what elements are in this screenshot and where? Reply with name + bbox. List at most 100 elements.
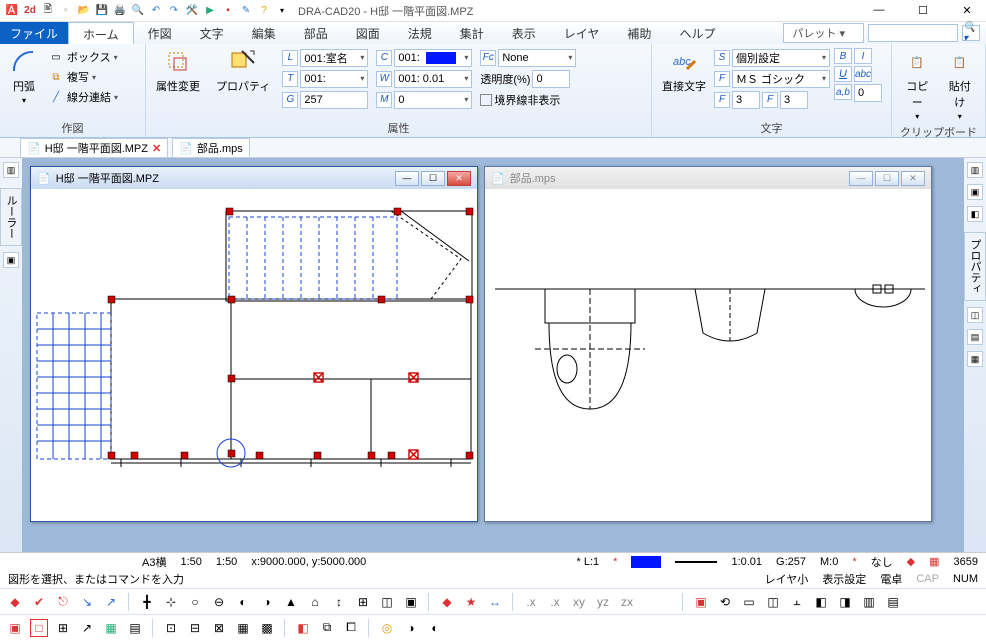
tab-edit[interactable]: 編集 — [238, 22, 290, 44]
tool-icon[interactable]: ▭ — [740, 593, 758, 611]
prop-W-field[interactable]: 001: 0.01▾ — [394, 70, 472, 88]
tab-law[interactable]: 法規 — [394, 22, 446, 44]
strip-icon[interactable]: ▤ — [967, 329, 983, 345]
qat-new-icon[interactable]: ▫️ — [58, 3, 74, 19]
qat-redo-icon[interactable]: ↷ — [166, 3, 182, 19]
strike-button[interactable]: abc — [854, 66, 872, 82]
clip-copy-button[interactable]: 📋 コピー▾ — [898, 46, 937, 123]
qat-preview-icon[interactable]: 🔍 — [130, 3, 146, 19]
scale-2[interactable]: 1:50 — [216, 556, 237, 568]
tool-icon[interactable]: ⟲ — [716, 593, 734, 611]
tool-icon[interactable]: ◧ — [294, 619, 312, 637]
maximize-button[interactable]: ☐ — [908, 4, 938, 17]
prop-G[interactable]: G — [282, 92, 298, 108]
tool-icon[interactable]: ⊞ — [354, 593, 372, 611]
tool-icon[interactable]: ⊞ — [54, 619, 72, 637]
tab-layer[interactable]: レイヤ — [550, 22, 614, 44]
tool-icon[interactable]: ↗ — [102, 593, 120, 611]
tool-icon[interactable]: ◑ — [402, 619, 420, 637]
tool-icon[interactable]: ▣ — [6, 619, 24, 637]
tool-icon[interactable]: ▩ — [258, 619, 276, 637]
direct-text-button[interactable]: abc 直接文字 — [658, 46, 710, 96]
status-ratio[interactable]: 1:0.01 — [731, 556, 762, 568]
tab-help[interactable]: ヘルプ — [665, 22, 729, 44]
tool-icon[interactable]: ↘ — [78, 593, 96, 611]
status-m[interactable]: M:0 — [820, 556, 838, 568]
tab-draw[interactable]: 作図 — [134, 22, 186, 44]
tool-icon[interactable]: ⫠ — [788, 593, 806, 611]
max-icon[interactable]: ☐ — [875, 171, 899, 186]
command-prompt[interactable]: 図形を選択、またはコマンドを入力 — [8, 571, 751, 587]
tool-icon[interactable]: ○ — [186, 593, 204, 611]
tool-icon[interactable]: ⧠ — [342, 619, 360, 637]
tool-icon[interactable]: ⊹ — [162, 593, 180, 611]
tool-icon[interactable]: ⊡ — [162, 619, 180, 637]
tool-icon[interactable]: ◐ — [234, 593, 252, 611]
tool-icon[interactable]: ▣ — [692, 593, 710, 611]
qat-dropdown-icon[interactable]: ▾ — [274, 3, 290, 19]
close-icon[interactable]: ✕ — [901, 171, 925, 186]
drawing-canvas-2[interactable] — [485, 189, 931, 521]
prop-C[interactable]: C — [376, 50, 392, 66]
prop-F3[interactable]: F — [762, 92, 778, 108]
italic-button[interactable]: I — [854, 48, 872, 64]
eraser-icon[interactable]: ◆ — [907, 555, 915, 568]
tool-icon[interactable]: ⊟ — [186, 619, 204, 637]
search-button[interactable]: 🔍▾ — [962, 25, 980, 41]
close-icon[interactable]: ✕ — [447, 171, 471, 186]
bold-button[interactable]: B — [834, 48, 852, 64]
tool-icon[interactable]: ⊠ — [210, 619, 228, 637]
tool-icon[interactable]: ▣ — [402, 593, 420, 611]
ruler-tab[interactable]: ルーラー — [0, 188, 22, 246]
tool-icon[interactable]: ↕ — [330, 593, 348, 611]
qat-undo-icon[interactable]: ↶ — [148, 3, 164, 19]
color-swatch[interactable] — [631, 556, 661, 568]
tool-icon[interactable]: ◨ — [836, 593, 854, 611]
doc-tab[interactable]: 📄H邸 一階平面図.MPZ✕ — [20, 138, 168, 157]
prop-T-field[interactable]: 001:▾ — [300, 70, 368, 88]
strip-icon[interactable]: ▣ — [967, 184, 983, 200]
prop-F2[interactable]: F — [714, 92, 730, 108]
tool-icon[interactable]: ╋ — [138, 593, 156, 611]
prop-W[interactable]: W — [376, 71, 392, 87]
close-icon[interactable]: ✕ — [152, 142, 161, 155]
tab-text[interactable]: 文字 — [186, 22, 238, 44]
tool-icon[interactable]: ⊖ — [210, 593, 228, 611]
transparency-field[interactable]: 0 — [532, 70, 570, 88]
tool-icon[interactable]: ⧉ — [318, 619, 336, 637]
qat-icon[interactable]: 🖹 — [40, 3, 56, 19]
tool-icon[interactable]: ⎋ — [54, 593, 72, 611]
qat-print-icon[interactable]: 🖨️ — [112, 3, 128, 19]
strip-icon[interactable]: ◧ — [967, 206, 983, 222]
paper-size[interactable]: A3横 — [142, 554, 166, 570]
display-settings[interactable]: 表示設定 — [822, 571, 866, 587]
tool-icon[interactable]: ◆ — [6, 593, 24, 611]
qat-save-icon[interactable]: 💾 — [94, 3, 110, 19]
tool-icon[interactable]: ◫ — [378, 593, 396, 611]
arc-button[interactable]: 円弧 ▾ — [6, 46, 42, 107]
palette-dropdown[interactable]: パレット ▾ — [783, 23, 864, 43]
prop-F-field[interactable]: ＭＳ ゴシック▾ — [732, 70, 830, 88]
strip-icon[interactable]: ▥ — [3, 162, 19, 178]
tab-drawing[interactable]: 図面 — [342, 22, 394, 44]
strip-icon[interactable]: ▥ — [967, 162, 983, 178]
tool-icon[interactable]: xy — [570, 593, 588, 611]
tool-icon[interactable]: ▤ — [884, 593, 902, 611]
text-last-field[interactable]: 0 — [854, 84, 882, 102]
tab-sum[interactable]: 集計 — [446, 22, 498, 44]
clip-paste-button[interactable]: 📋 貼付け▾ — [941, 46, 980, 123]
tool-icon[interactable]: ◆ — [438, 593, 456, 611]
tab-home[interactable]: ホーム — [68, 22, 134, 44]
qat-icon[interactable]: 🛠️ — [184, 3, 200, 19]
qat-help-icon[interactable]: ? — [256, 3, 272, 19]
minimize-button[interactable]: — — [864, 4, 894, 17]
close-button[interactable]: ✕ — [952, 4, 982, 17]
tool-icon[interactable]: ▦ — [102, 619, 120, 637]
copy-button[interactable]: ⧉複写▾ — [46, 68, 120, 86]
max-icon[interactable]: ☐ — [421, 171, 445, 186]
tool-icon[interactable]: yz — [594, 593, 612, 611]
line-style-swatch[interactable] — [675, 561, 717, 563]
qat-settings-icon[interactable]: ✎ — [238, 3, 254, 19]
tab-aux[interactable]: 補助 — [613, 22, 665, 44]
prop-T[interactable]: T — [282, 71, 298, 87]
